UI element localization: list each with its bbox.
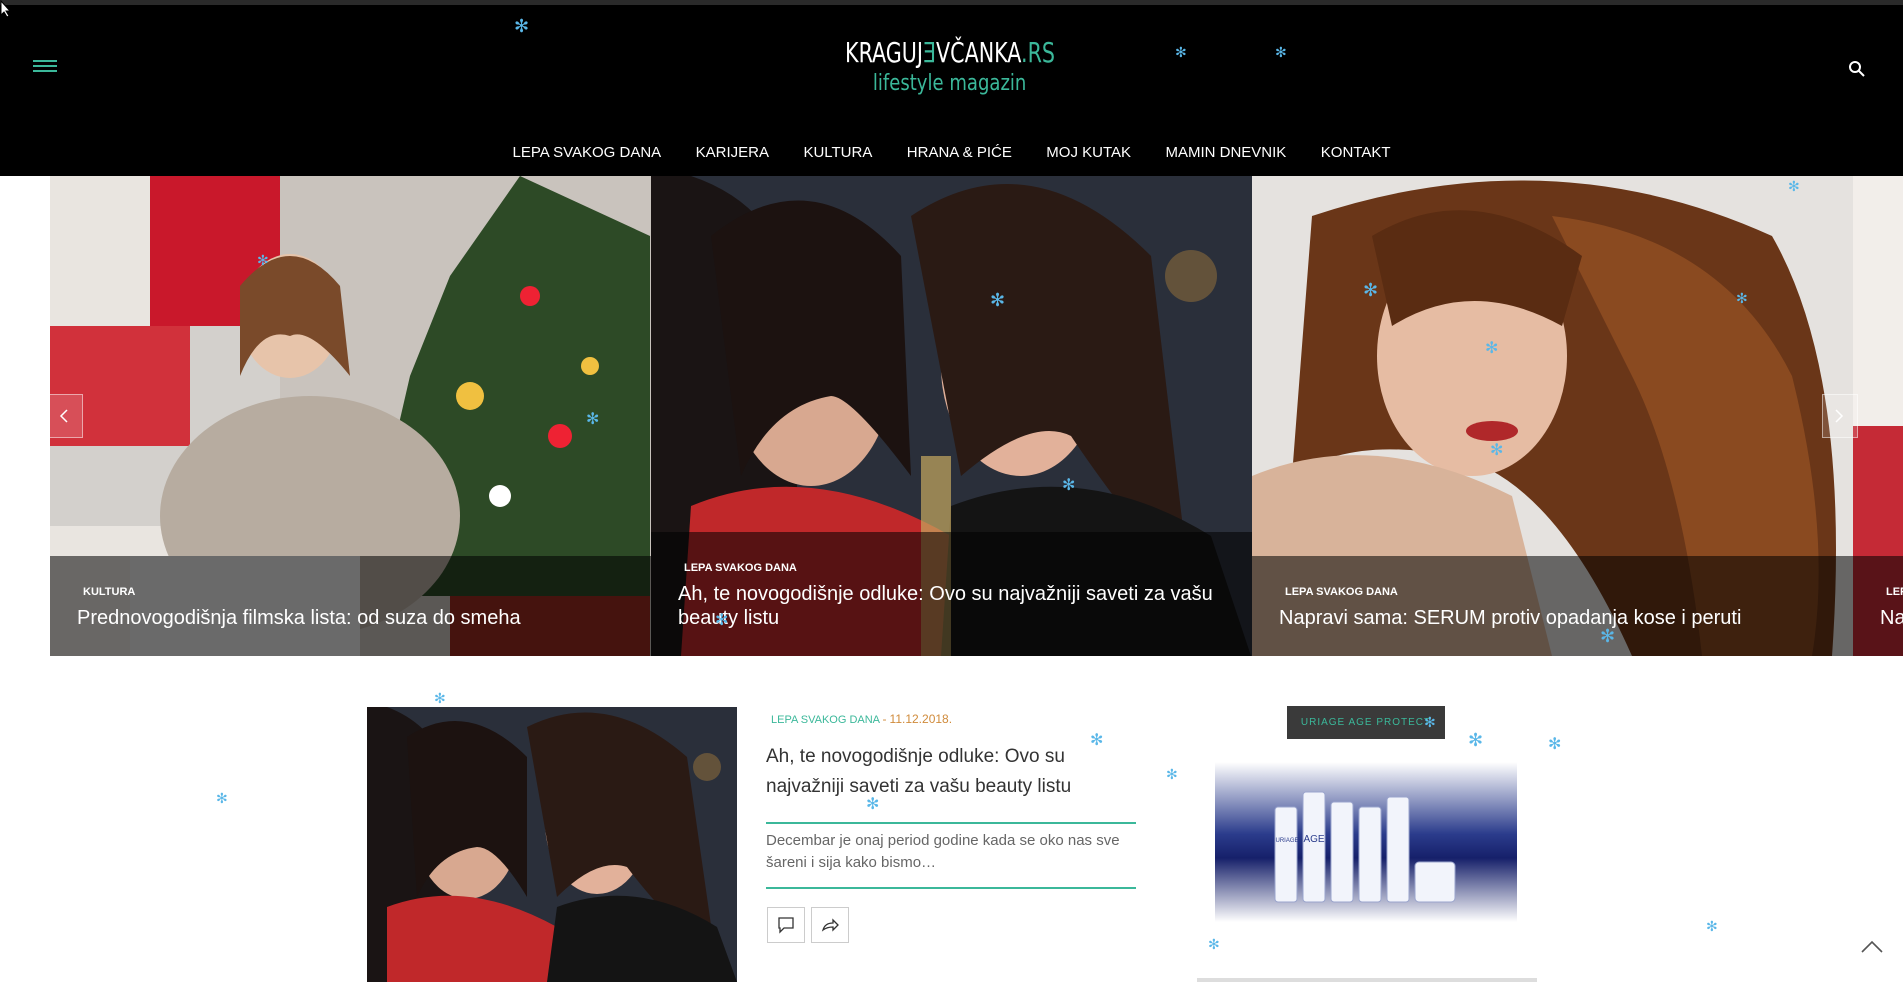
- divider: [766, 887, 1136, 889]
- nav-item-moj-kutak[interactable]: MOJ KUTAK: [1046, 144, 1131, 161]
- slide-caption: KULTURA Prednovogodišnja filmska lista: …: [50, 556, 651, 656]
- ad-product-image: URIAGE AGE: [1215, 762, 1517, 922]
- share-button[interactable]: [811, 907, 849, 943]
- slider-prev-button[interactable]: [47, 394, 83, 438]
- slide-category[interactable]: LEPA SVAKOG DANA: [1285, 586, 1398, 598]
- slide-title[interactable]: Napravi sama: SERUM protiv opadanja kose…: [1279, 606, 1839, 630]
- ad-product-line: AGE: [1303, 834, 1324, 845]
- post-thumbnail[interactable]: [367, 707, 737, 982]
- slide-card[interactable]: KULTURA Prednovogodišnja filmska lista: …: [50, 176, 651, 656]
- snowflake-icon: ✻: [1468, 730, 1484, 750]
- nav-item-kultura[interactable]: KULTURA: [803, 144, 872, 161]
- post-date-separator: -: [882, 712, 887, 726]
- slide-card[interactable]: LEPA SVAKOG DANA Napravi sama: SERUM pro…: [1252, 176, 1853, 656]
- post-meta: LEPA SVAKOG DANA - 11.12.2018.: [771, 712, 952, 726]
- post-category[interactable]: LEPA SVAKOG DANA: [771, 714, 879, 726]
- logo-wordmark: KRAGUJƎVČANKA.RS: [845, 36, 1055, 69]
- snowflake-icon: ✻: [434, 690, 446, 706]
- slide-caption: LEPA SVAKOG DANA Napravi sama: SERUM pro…: [1252, 556, 1853, 656]
- slide-title[interactable]: Ah, te novogodišnje odluke: Ovo su najva…: [678, 582, 1228, 630]
- ad-product-brand: URIAGE: [1275, 838, 1298, 844]
- chevron-right-icon: [1835, 409, 1844, 423]
- ad-banner[interactable]: URIAGE AGE: [1215, 762, 1517, 922]
- slide-caption: LEPA SVAKOG DANA Ah, te novogodišnje odl…: [651, 532, 1252, 656]
- site-header: KRAGUJƎVČANKA.RS lifestyle magazin LEPA …: [0, 0, 1903, 176]
- search-icon[interactable]: [1848, 60, 1866, 78]
- nav-item-kontakt[interactable]: KONTAKT: [1321, 144, 1391, 161]
- snowflake-icon: ✻: [1548, 736, 1562, 753]
- logo-tagline: lifestyle magazin: [873, 71, 1027, 96]
- hamburger-menu-icon[interactable]: [33, 60, 57, 78]
- snowflake-icon: ✻: [216, 790, 228, 806]
- nav-item-mamin-dnevnik[interactable]: MAMIN DNEVNIK: [1165, 144, 1286, 161]
- header-top-line: [0, 0, 1903, 5]
- comment-icon: [778, 917, 794, 934]
- site-logo[interactable]: KRAGUJƎVČANKA.RS lifestyle magazin: [800, 36, 1100, 96]
- divider: [766, 822, 1136, 824]
- snowflake-icon: ✻: [1166, 766, 1178, 782]
- slide-caption: LEPA SVAKOG DANA Na: [1853, 556, 1903, 656]
- slide-title[interactable]: Prednovogodišnja filmska lista: od suza …: [77, 606, 637, 630]
- chevron-left-icon: [59, 409, 68, 423]
- scroll-to-top-icon[interactable]: [1860, 938, 1884, 958]
- nav-item-lepa-svakog-dana[interactable]: LEPA SVAKOG DANA: [513, 144, 662, 161]
- post-excerpt: Decembar je onaj period godine kada se o…: [766, 832, 1120, 871]
- main-nav: LEPA SVAKOG DANA KARIJERA KULTURA HRANA …: [0, 144, 1903, 162]
- nav-item-karijera[interactable]: KARIJERA: [696, 144, 769, 161]
- slide-category[interactable]: KULTURA: [83, 586, 135, 598]
- ad-label-button[interactable]: URIAGE AGE PROTECT: [1287, 706, 1445, 739]
- slide-card[interactable]: LEPA SVAKOG DANA Na: [1853, 176, 1903, 656]
- comment-button[interactable]: [767, 907, 805, 943]
- slide-category[interactable]: LEPA SVAKOG DANA: [1886, 586, 1903, 598]
- snowflake-icon: ✻: [1208, 936, 1220, 952]
- nav-item-hrana-pice[interactable]: HRANA & PIĆE: [907, 144, 1012, 161]
- snowflake-icon: ✻: [1706, 918, 1718, 934]
- slide-title[interactable]: Na: [1880, 606, 1903, 630]
- slide-category[interactable]: LEPA SVAKOG DANA: [684, 562, 797, 574]
- mouse-cursor-icon: [0, 0, 12, 23]
- featured-slider: KULTURA Prednovogodišnja filmska lista: …: [0, 176, 1903, 656]
- share-icon: [821, 918, 839, 932]
- post-image: [367, 707, 737, 982]
- slide-card[interactable]: LEPA SVAKOG DANA Ah, te novogodišnje odl…: [651, 176, 1252, 656]
- sidebar-widget-edge: [1197, 978, 1537, 982]
- post-date: 11.12.2018.: [889, 712, 953, 726]
- slider-next-button[interactable]: [1822, 394, 1858, 438]
- post-title[interactable]: Ah, te novogodišnje odluke: Ovo su najva…: [766, 742, 1136, 802]
